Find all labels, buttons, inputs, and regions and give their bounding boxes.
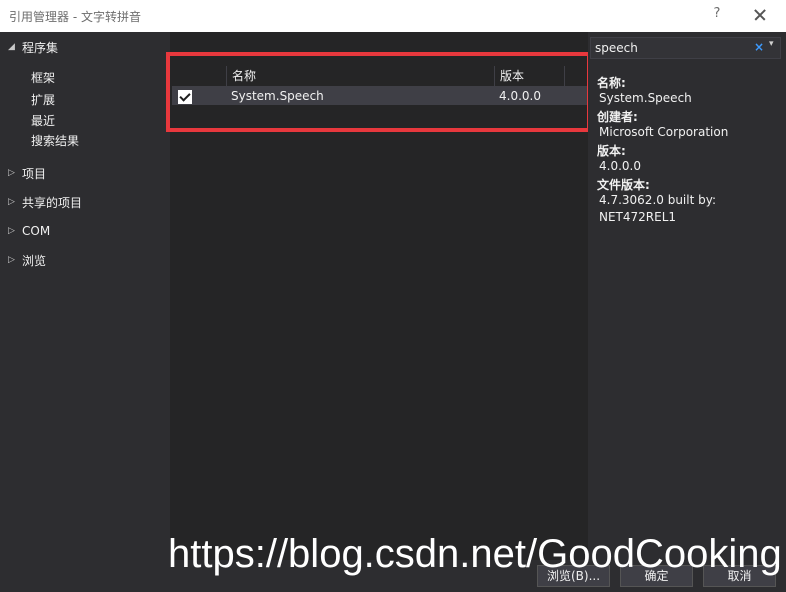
nav-browse-label: 浏览 bbox=[22, 253, 47, 268]
dropdown-icon[interactable]: ▾ bbox=[769, 39, 774, 49]
header-check-column[interactable] bbox=[172, 66, 226, 86]
detail-version-value: 4.0.0.0 bbox=[599, 159, 641, 173]
detail-file-version-label: 文件版本: bbox=[597, 178, 650, 192]
browse-button[interactable]: 浏览(B)... bbox=[537, 565, 610, 587]
nav-shared-projects-label: 共享的项目 bbox=[22, 195, 83, 210]
nav-assemblies[interactable]: ◢ 程序集 bbox=[8, 38, 58, 56]
nav-projects-label: 项目 bbox=[22, 166, 47, 181]
nav-item-extensions[interactable]: 扩展 bbox=[31, 91, 55, 109]
detail-file-version-value-2: NET472REL1 bbox=[599, 210, 677, 224]
detail-creator-value: Microsoft Corporation bbox=[599, 125, 729, 139]
search-input[interactable] bbox=[593, 39, 747, 57]
collapsed-arrow-icon: ▷ bbox=[8, 255, 15, 265]
collapsed-arrow-icon: ▷ bbox=[8, 197, 15, 207]
detail-creator-label: 创建者: bbox=[597, 110, 638, 124]
expanded-arrow-icon: ◢ bbox=[8, 42, 15, 52]
detail-name-value: System.Speech bbox=[599, 91, 692, 105]
reference-list[interactable]: 名称 版本 System.Speech 4.0.0.0 bbox=[172, 66, 588, 560]
clear-icon[interactable]: × bbox=[754, 40, 764, 54]
nav-com[interactable]: ▷ COM bbox=[8, 222, 50, 240]
row-version: 4.0.0.0 bbox=[499, 89, 541, 103]
collapsed-arrow-icon: ▷ bbox=[8, 226, 15, 236]
detail-file-version-value: 4.7.3062.0 built by: bbox=[599, 193, 716, 207]
nav-browse[interactable]: ▷ 浏览 bbox=[8, 251, 46, 269]
nav-item-search-results[interactable]: 搜索结果 bbox=[31, 132, 79, 150]
nav-shared-projects[interactable]: ▷ 共享的项目 bbox=[8, 193, 82, 211]
nav-item-recent[interactable]: 最近 bbox=[31, 112, 55, 130]
detail-name-label: 名称: bbox=[597, 76, 626, 90]
row-name: System.Speech bbox=[231, 89, 324, 103]
header-name[interactable]: 名称 bbox=[226, 66, 494, 86]
ok-button[interactable]: 确定 bbox=[620, 565, 693, 587]
header-spacer bbox=[564, 66, 588, 86]
window-title: 引用管理器 - 文字转拼音 bbox=[9, 10, 141, 24]
title-bar: 引用管理器 - 文字转拼音 ? bbox=[0, 0, 786, 32]
table-row[interactable]: System.Speech 4.0.0.0 bbox=[172, 87, 588, 105]
nav-projects[interactable]: ▷ 项目 bbox=[8, 164, 46, 182]
cancel-button[interactable]: 取消 bbox=[703, 565, 776, 587]
nav-assemblies-label: 程序集 bbox=[22, 40, 59, 55]
row-checkbox[interactable] bbox=[178, 90, 192, 104]
left-nav bbox=[0, 32, 170, 592]
close-button[interactable] bbox=[748, 4, 772, 26]
collapsed-arrow-icon: ▷ bbox=[8, 168, 15, 178]
search-box[interactable]: × ▾ bbox=[590, 37, 781, 59]
help-button[interactable]: ? bbox=[707, 6, 727, 21]
header-version[interactable]: 版本 bbox=[494, 66, 564, 86]
nav-item-framework[interactable]: 框架 bbox=[31, 69, 55, 87]
detail-version-label: 版本: bbox=[597, 144, 626, 158]
list-header: 名称 版本 bbox=[172, 66, 588, 87]
nav-com-label: COM bbox=[22, 224, 51, 238]
